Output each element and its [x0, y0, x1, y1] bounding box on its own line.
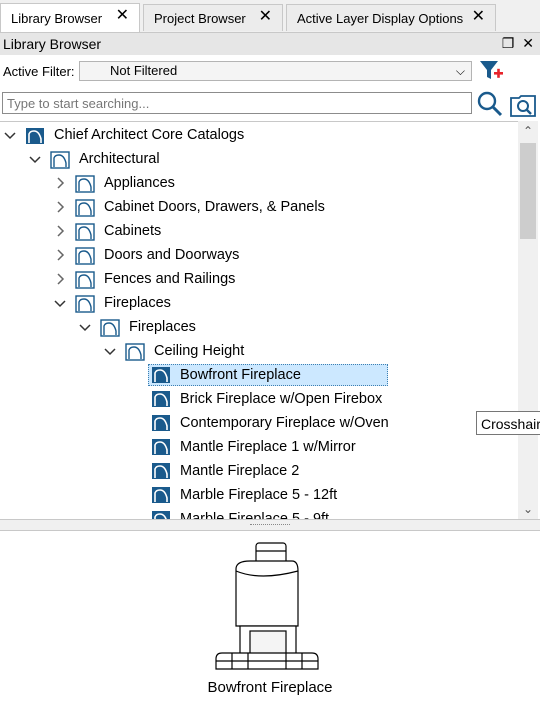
library-object-icon: [152, 367, 170, 383]
tab-active-layer-display-options[interactable]: Active Layer Display Options ✕: [286, 4, 496, 31]
folder-icon: [100, 319, 120, 337]
tree-label: Chief Architect Core Catalogs: [54, 127, 245, 143]
tree-label: Mantle Fireplace 1 w/Mirror: [180, 439, 356, 455]
chevron-down-icon[interactable]: [103, 344, 117, 358]
active-filter-value: Not Filtered: [110, 63, 178, 78]
tree-label: Architectural: [79, 151, 160, 167]
close-panel-icon[interactable]: ✕: [522, 35, 534, 52]
folder-icon: [75, 175, 95, 193]
chevron-right-icon[interactable]: [53, 200, 67, 214]
tree-item-brick-fireplace[interactable]: Brick Fireplace w/Open Firebox: [148, 387, 388, 411]
library-object-icon: [152, 439, 170, 455]
tree-label: Bowfront Fireplace: [180, 367, 301, 383]
library-tree[interactable]: Chief Architect Core Catalogs Architectu…: [0, 121, 518, 520]
close-icon[interactable]: ✕: [259, 8, 272, 26]
tree-row-ceiling-height[interactable]: Ceiling Height: [103, 339, 247, 363]
folder-icon: [75, 295, 95, 313]
tree-label: Cabinet Doors, Drawers, & Panels: [104, 199, 325, 215]
tree-item-mantle-fireplace-1[interactable]: Mantle Fireplace 1 w/Mirror: [148, 435, 362, 459]
library-object-icon: [152, 463, 170, 479]
chevron-right-icon[interactable]: [53, 272, 67, 286]
tree-label: Ceiling Height: [154, 343, 245, 359]
tree-row-cabinet-doors[interactable]: Cabinet Doors, Drawers, & Panels: [53, 195, 328, 219]
tree-item-bowfront-fireplace[interactable]: Bowfront Fireplace: [148, 363, 388, 387]
restore-window-icon[interactable]: ❐: [502, 35, 515, 52]
filter-row: Active Filter: Not Filtered ⌵: [0, 58, 540, 86]
tab-label: Project Browser: [154, 10, 246, 26]
chevron-down-icon[interactable]: [53, 296, 67, 310]
catalog-folder-icon: [26, 128, 44, 144]
active-filter-label: Active Filter:: [3, 64, 75, 79]
close-icon[interactable]: ✕: [472, 8, 485, 26]
preview-splitter[interactable]: [0, 519, 540, 531]
tree-label: Fireplaces: [104, 295, 171, 311]
tree-row-fences[interactable]: Fences and Railings: [53, 267, 238, 291]
search-input[interactable]: [2, 92, 472, 114]
splitter-grip[interactable]: [250, 524, 290, 527]
tree-row-fireplaces[interactable]: Fireplaces: [53, 291, 174, 315]
tree-row-architectural[interactable]: Architectural: [28, 147, 163, 171]
tree-label: Fences and Railings: [104, 271, 236, 287]
tree-item-mantle-fireplace-2[interactable]: Mantle Fireplace 2: [148, 459, 305, 483]
filter-add-icon[interactable]: [478, 58, 504, 84]
tree-label: Appliances: [104, 175, 175, 191]
tab-library-browser[interactable]: Library Browser ✕: [0, 3, 140, 32]
tree-row-fireplaces-sub[interactable]: Fireplaces: [78, 315, 199, 339]
tree-label: Contemporary Fireplace w/Oven: [180, 415, 389, 431]
tree-row-cabinets[interactable]: Cabinets: [53, 219, 164, 243]
panel-title-bar: Library Browser ❐ ✕: [0, 33, 540, 55]
chevron-down-icon[interactable]: [3, 128, 17, 142]
search-library-icon[interactable]: [509, 92, 537, 118]
chevron-down-icon[interactable]: [78, 320, 92, 334]
tab-label: Library Browser: [11, 10, 103, 26]
scroll-down-icon[interactable]: ⌄: [518, 499, 538, 519]
search-icon[interactable]: [476, 91, 504, 117]
folder-icon: [75, 199, 95, 217]
folder-icon: [50, 151, 70, 169]
folder-icon: [75, 247, 95, 265]
library-object-icon: [152, 391, 170, 407]
folder-icon: [125, 343, 145, 361]
preview-pane: Bowfront Fireplace: [0, 531, 540, 709]
tree-label: Doors and Doorways: [104, 247, 240, 263]
close-icon[interactable]: ✕: [116, 7, 129, 25]
tab-label: Active Layer Display Options: [297, 10, 464, 26]
chevron-down-icon: ⌵: [455, 64, 465, 78]
tree-label: Fireplaces: [129, 319, 196, 335]
panel-title: Library Browser: [3, 36, 102, 52]
tab-bar: Library Browser ✕ Project Browser ✕ Acti…: [0, 0, 540, 33]
tree-item-contemporary-fireplace[interactable]: Contemporary Fireplace w/Oven: [148, 411, 395, 435]
tree-scrollbar[interactable]: ⌃ ⌄: [518, 121, 538, 519]
library-object-icon: [152, 415, 170, 431]
chevron-down-icon[interactable]: [28, 152, 42, 166]
tree-item-marble-fireplace-12ft[interactable]: Marble Fireplace 5 - 12ft: [148, 483, 343, 507]
tree-row-appliances[interactable]: Appliances: [53, 171, 178, 195]
chevron-right-icon[interactable]: [53, 176, 67, 190]
tree-row-root[interactable]: Chief Architect Core Catalogs: [3, 123, 247, 147]
tree-label: Mantle Fireplace 2: [180, 463, 300, 479]
active-filter-select[interactable]: Not Filtered ⌵: [79, 61, 472, 81]
chevron-right-icon[interactable]: [53, 224, 67, 238]
folder-icon: [75, 271, 95, 289]
chevron-right-icon[interactable]: [53, 248, 67, 262]
scroll-thumb[interactable]: [520, 143, 536, 239]
tree-row-doors[interactable]: Doors and Doorways: [53, 243, 242, 267]
crosshair-tooltip: Crosshair: [476, 411, 540, 435]
tree-label: Brick Fireplace w/Open Firebox: [180, 391, 383, 407]
search-row: [0, 90, 540, 118]
tree-label: Cabinets: [104, 223, 162, 239]
preview-title: Bowfront Fireplace: [207, 679, 333, 696]
tree-label: Marble Fireplace 5 - 12ft: [180, 487, 338, 503]
folder-icon: [75, 223, 95, 241]
fireplace-preview-image: [215, 542, 319, 670]
library-object-icon: [152, 487, 170, 503]
scroll-up-icon[interactable]: ⌃: [518, 121, 538, 141]
tab-project-browser[interactable]: Project Browser ✕: [143, 4, 283, 31]
